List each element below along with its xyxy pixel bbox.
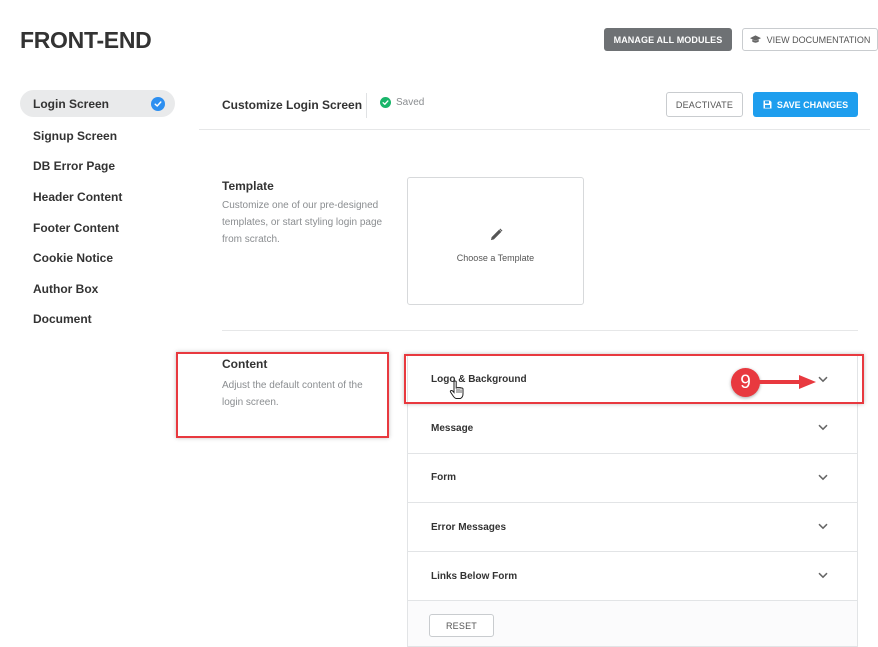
sidebar-item-label: Cookie Notice bbox=[33, 251, 114, 266]
choose-template-label: Choose a Template bbox=[456, 253, 535, 263]
step-number: 9 bbox=[740, 371, 751, 393]
arrow-right-icon bbox=[759, 375, 816, 389]
pencil-icon bbox=[490, 228, 503, 241]
module-toolbar: Customize Login Screen Saved DEACTIVATE … bbox=[199, 81, 870, 130]
reset-button[interactable]: RESET bbox=[429, 614, 494, 638]
check-circle-icon bbox=[151, 97, 165, 111]
sidebar-nav: Login Screen Signup Screen DB Error Page… bbox=[20, 90, 175, 335]
saved-status: Saved bbox=[380, 97, 424, 108]
sidebar-item-label: Document bbox=[33, 312, 92, 327]
sidebar-item-label: Signup Screen bbox=[33, 128, 118, 143]
hand-pointer-icon bbox=[449, 380, 464, 399]
deactivate-button[interactable]: DEACTIVATE bbox=[666, 92, 743, 117]
sidebar-item-db-error-page[interactable]: DB Error Page bbox=[20, 151, 175, 182]
step-marker: 9 bbox=[731, 368, 760, 397]
view-documentation-label: VIEW DOCUMENTATION bbox=[766, 34, 871, 45]
sidebar-item-label: DB Error Page bbox=[33, 159, 116, 174]
sidebar-item-label: Login Screen bbox=[33, 96, 110, 111]
chevron-down-icon bbox=[818, 523, 828, 530]
sidebar-item-header-content[interactable]: Header Content bbox=[20, 182, 175, 213]
save-changes-label: SAVE CHANGES bbox=[776, 99, 849, 110]
graduation-cap-icon bbox=[749, 35, 761, 43]
sidebar-item-footer-content[interactable]: Footer Content bbox=[20, 212, 175, 243]
accordion-item-form[interactable]: Form bbox=[407, 453, 858, 503]
sidebar-item-login-screen[interactable]: Login Screen bbox=[20, 90, 175, 117]
deactivate-label: DEACTIVATE bbox=[675, 99, 734, 110]
save-changes-button[interactable]: SAVE CHANGES bbox=[753, 92, 858, 117]
manage-all-modules-label: MANAGE ALL MODULES bbox=[613, 34, 723, 45]
highlight-content-box bbox=[176, 352, 389, 438]
sidebar-item-label: Header Content bbox=[33, 190, 123, 205]
page-title: FRONT-END bbox=[20, 27, 152, 53]
accordion-item-label: Links Below Form bbox=[431, 570, 518, 582]
accordion-footer: RESET bbox=[407, 601, 858, 647]
accordion-item-error-messages[interactable]: Error Messages bbox=[407, 502, 858, 553]
manage-all-modules-button[interactable]: MANAGE ALL MODULES bbox=[604, 28, 732, 51]
accordion-item-links-below-form[interactable]: Links Below Form bbox=[407, 552, 858, 602]
sidebar-item-label: Author Box bbox=[33, 281, 99, 296]
template-section-description: Customize one of our pre-designed templa… bbox=[222, 200, 383, 245]
choose-template-card[interactable]: Choose a Template bbox=[407, 177, 584, 305]
sidebar-item-label: Footer Content bbox=[33, 220, 119, 235]
reset-label: RESET bbox=[445, 620, 477, 631]
check-circle-icon bbox=[380, 97, 391, 108]
toolbar-divider bbox=[366, 93, 367, 118]
accordion-item-label: Form bbox=[431, 472, 456, 484]
sidebar-item-document[interactable]: Document bbox=[20, 304, 175, 335]
sidebar-item-author-box[interactable]: Author Box bbox=[20, 274, 175, 305]
chevron-down-icon bbox=[818, 474, 828, 480]
chevron-down-icon bbox=[818, 572, 828, 579]
save-icon bbox=[763, 100, 772, 109]
module-title: Customize Login Screen bbox=[222, 98, 363, 112]
sidebar-item-cookie-notice[interactable]: Cookie Notice bbox=[20, 243, 175, 274]
accordion-item-label: Error Messages bbox=[431, 521, 507, 533]
sidebar-item-signup-screen[interactable]: Signup Screen bbox=[20, 121, 175, 152]
section-divider bbox=[222, 330, 858, 331]
accordion-item-label: Message bbox=[431, 422, 474, 434]
template-section-title: Template bbox=[222, 179, 274, 193]
saved-status-label: Saved bbox=[396, 97, 425, 108]
chevron-down-icon bbox=[818, 424, 828, 431]
view-documentation-button[interactable]: VIEW DOCUMENTATION bbox=[742, 28, 878, 51]
accordion-item-message[interactable]: Message bbox=[407, 404, 858, 454]
